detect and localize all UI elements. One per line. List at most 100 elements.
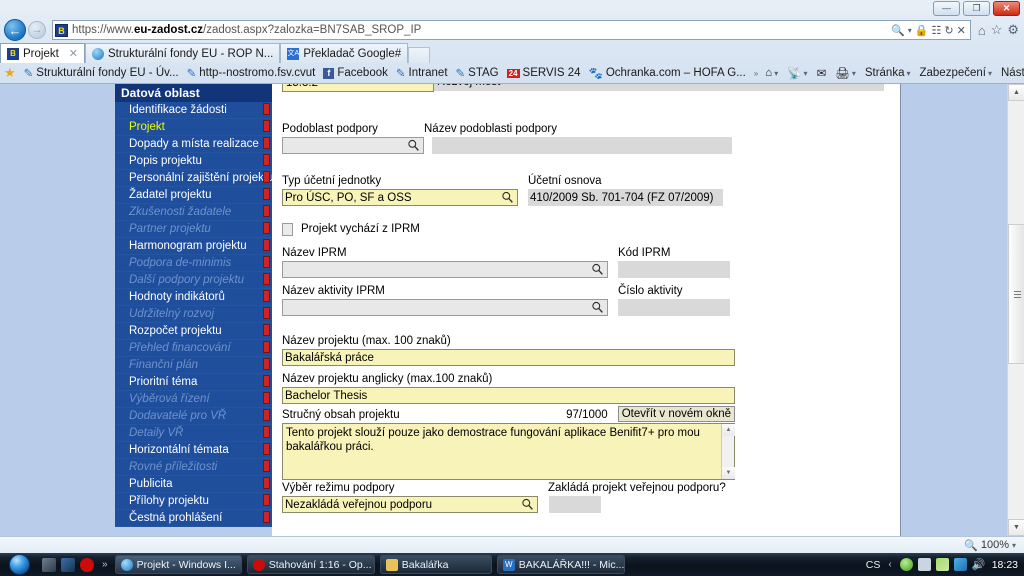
vyber-rezimu-input[interactable]: Nezakládá veřejnou podporu	[282, 496, 538, 513]
sidebar-item-20[interactable]: Horizontální témata	[115, 442, 272, 459]
tab-projekt[interactable]: B Projekt ✕	[0, 43, 86, 63]
tray-expand-icon[interactable]: ‹	[885, 559, 894, 570]
magnifier-icon[interactable]	[591, 301, 604, 314]
sidebar-item-24[interactable]: Čestná prohlášení	[115, 510, 272, 527]
sidebar-item-22[interactable]: Publicita	[115, 476, 272, 493]
refresh-icon[interactable]: ↻	[944, 24, 953, 37]
scroll-down-icon[interactable]: ▼	[1008, 519, 1024, 536]
command-zabezpeceni[interactable]: Zabezpečení ▾	[916, 67, 995, 79]
magnifier-icon[interactable]	[521, 498, 534, 511]
new-tab-button[interactable]	[408, 47, 431, 63]
nazev-aktivity-iprm-input[interactable]	[282, 299, 608, 316]
close-button[interactable]: ✕	[993, 1, 1020, 16]
search-icon[interactable]: 🔍	[891, 24, 905, 37]
address-bar[interactable]: B https://www.eu-zadost.cz/zadost.aspx?z…	[52, 20, 971, 40]
sidebar-item-3[interactable]: Popis projektu	[115, 153, 272, 170]
command-stranka[interactable]: Stránka ▾	[862, 67, 914, 79]
magnifier-icon[interactable]	[501, 191, 514, 204]
nazev-projektu-en-input[interactable]: Bachelor Thesis	[282, 387, 735, 404]
print-icon[interactable]: 🖨 ▾	[832, 66, 859, 80]
sidebar-item-4[interactable]: Personální zajištění projektu	[115, 170, 272, 187]
notes-icon[interactable]	[935, 558, 949, 571]
compat-view-icon[interactable]: ☷	[932, 24, 942, 37]
favorite-facebook[interactable]: f Facebook	[319, 67, 392, 79]
media-icon[interactable]	[899, 558, 913, 571]
taskbar-item-stahovani[interactable]: Stahování 1:16 - Op...	[246, 555, 375, 574]
sidebar-item-16[interactable]: Prioritní téma	[115, 374, 272, 391]
chevron-down-icon[interactable]: ▾	[1012, 541, 1016, 550]
opera-icon[interactable]	[80, 557, 94, 572]
stop-icon[interactable]: ✕	[957, 24, 966, 37]
taskbar-item-label: Bakalářka	[401, 558, 449, 571]
feeds-icon[interactable]: 📡 ▾	[784, 66, 810, 80]
tab-prekladac-google[interactable]: 文A Překladač Google#	[280, 43, 409, 63]
sidebar-item-15: Finanční plán	[115, 357, 272, 374]
typ-ucetni-jednotky-input[interactable]: Pro ÚSC, PO, SF a OSS	[282, 189, 518, 206]
favorites-overflow-icon[interactable]: »	[750, 69, 762, 78]
clock[interactable]: 18:23	[990, 559, 1018, 571]
sidebar-item-0[interactable]: Identifikace žádosti	[115, 102, 272, 119]
home-icon[interactable]: ⌂	[978, 23, 986, 38]
sidebar-item-marker	[263, 256, 270, 268]
home-icon[interactable]: ⌂ ▾	[762, 67, 781, 79]
sidebar-item-11[interactable]: Hodnoty indikátorů	[115, 289, 272, 306]
sidebar-item-9: Podpora de-minimis	[115, 255, 272, 272]
favorite-nostromo[interactable]: ✎ http--nostromo.fsv.cvut	[183, 66, 320, 80]
back-icon[interactable]: ←	[4, 19, 26, 41]
minimize-button[interactable]: —	[933, 1, 960, 16]
switch-window-icon[interactable]	[61, 557, 75, 572]
language-indicator[interactable]: CS	[866, 559, 881, 571]
sidebar-item-5[interactable]: Žadatel projektu	[115, 187, 272, 204]
scroll-up-icon[interactable]: ▲	[1008, 84, 1024, 101]
taskbar-item-projekt[interactable]: Projekt - Windows I...	[114, 555, 242, 574]
ucetni-osnova-value: 410/2009 Sb. 701-704 (FZ 07/2009)	[528, 189, 723, 206]
zoom-control[interactable]: 🔍 100% ▾	[964, 539, 1024, 552]
iprm-checkbox[interactable]	[282, 222, 293, 236]
nazev-projektu-input[interactable]: Bakalářská práce	[282, 349, 735, 366]
open-in-new-window-button[interactable]: Otevřít v novém okně	[617, 406, 735, 422]
show-desktop-icon[interactable]	[42, 557, 56, 572]
restore-button[interactable]: ❐	[963, 1, 990, 16]
command-nastroje[interactable]: Nástroje▾	[998, 67, 1024, 79]
textarea-scrollbar[interactable]: ▲ ▼	[721, 424, 735, 479]
taskbar-item-bakalarka-folder[interactable]: Bakalářka	[379, 555, 492, 574]
page-scrollbar[interactable]: ▲ ▼	[1007, 84, 1024, 536]
tools-gear-icon[interactable]: ⚙	[1007, 22, 1019, 38]
forward-icon[interactable]: →	[28, 21, 46, 39]
tab-strukturalni-fondy[interactable]: Strukturální fondy EU - ROP N...	[85, 43, 281, 63]
screen-icon[interactable]	[917, 558, 931, 571]
favorite-ochranka[interactable]: 🐾 Ochranka.com – HOFA G...	[585, 66, 750, 80]
sidebar-item-8[interactable]: Harmonogram projektu	[115, 238, 272, 255]
paw-icon: 🐾	[588, 68, 603, 80]
ie-icon	[120, 558, 133, 571]
sidebar-item-13[interactable]: Rozpočet projektu	[115, 323, 272, 340]
network-icon[interactable]	[953, 558, 967, 571]
sidebar-item-2[interactable]: Dopady a místa realizace	[115, 136, 272, 153]
oblast-podpory-field[interactable]: 15.3.2	[282, 84, 434, 92]
favorite-intranet[interactable]: ✎ Intranet	[392, 66, 452, 80]
favorites-star-icon[interactable]: ☆	[991, 22, 1003, 38]
sidebar-item-1[interactable]: Projekt	[115, 119, 272, 136]
scroll-down-icon[interactable]: ▼	[722, 467, 735, 479]
favorites-star-button[interactable]: ★	[0, 65, 20, 81]
scroll-up-icon[interactable]: ▲	[722, 424, 735, 436]
strucny-obsah-textarea[interactable]: Tento projekt slouží pouze jako demostra…	[282, 423, 735, 480]
chevron-down-icon[interactable]: ▾	[908, 26, 912, 35]
start-button[interactable]	[0, 553, 38, 576]
sidebar-item-23[interactable]: Přílohy projektu	[115, 493, 272, 510]
quick-launch-overflow-icon[interactable]: »	[99, 559, 111, 570]
iprm-checkbox-group[interactable]: Projekt vychází z IPRM	[282, 222, 420, 236]
favorite-strukturalni-fondy[interactable]: ✎ Strukturální fondy EU - Úv...	[20, 66, 183, 80]
volume-icon[interactable]: 🔊	[972, 558, 986, 571]
favorite-servis24[interactable]: 24 SERVIS 24	[503, 67, 585, 79]
magnifier-icon[interactable]	[591, 263, 604, 276]
scrollbar-thumb[interactable]	[1008, 224, 1024, 364]
sidebar-item-label: Rovné příležitosti	[129, 461, 218, 473]
nazev-iprm-input[interactable]	[282, 261, 608, 278]
magnifier-icon[interactable]	[407, 139, 420, 152]
read-mail-icon[interactable]: ✉	[814, 66, 830, 80]
taskbar-item-bakalarka-word[interactable]: W BAKALÁŘKA!!! - Mic...	[496, 555, 625, 574]
favorite-stag[interactable]: ✎ STAG	[452, 66, 503, 80]
tab-close-icon[interactable]: ✕	[69, 47, 78, 60]
podoblast-input[interactable]	[282, 137, 424, 154]
